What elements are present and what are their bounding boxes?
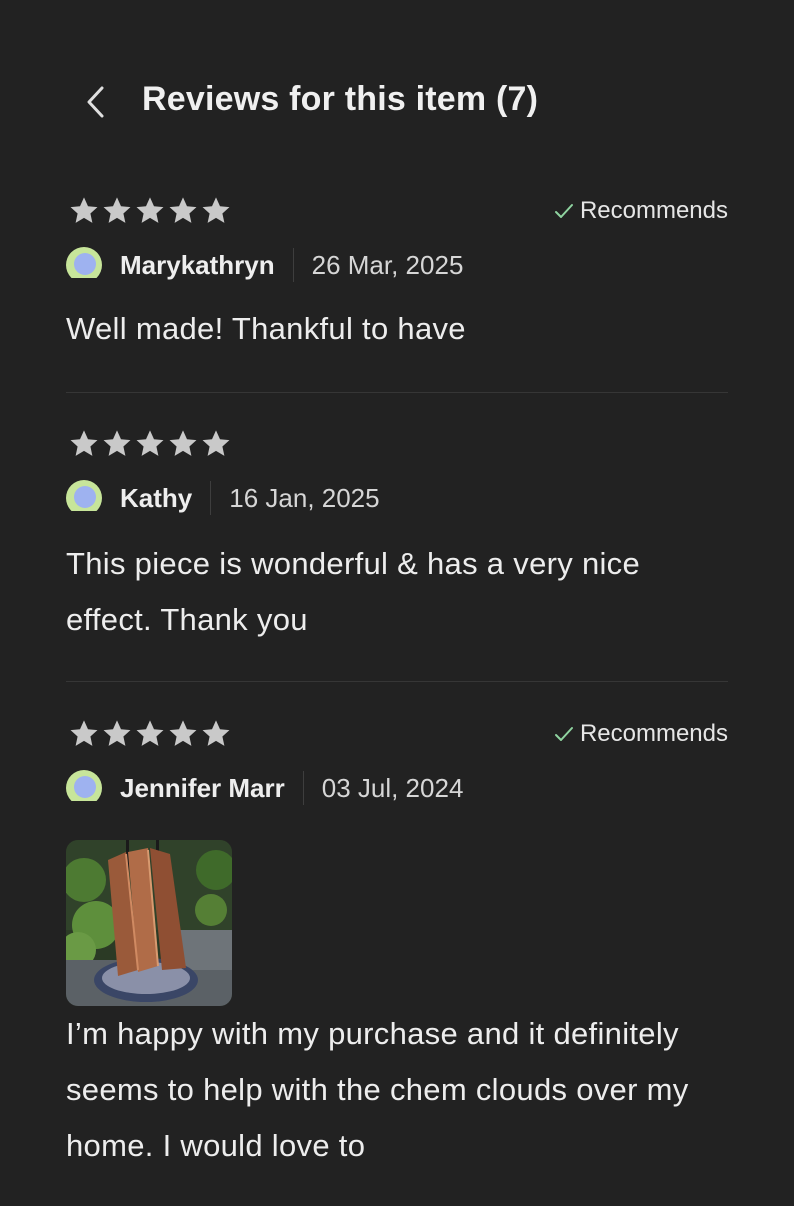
reviewer-name[interactable]: Jennifer Marr xyxy=(120,773,285,804)
review-byline: Jennifer Marr 03 Jul, 2024 xyxy=(66,770,463,806)
star-icon xyxy=(103,720,131,746)
review-divider xyxy=(66,392,728,393)
review-date: 03 Jul, 2024 xyxy=(321,772,464,803)
review-photo-image xyxy=(66,840,232,1006)
star-icon xyxy=(103,197,131,223)
star-icon xyxy=(136,430,164,456)
review-text: I’m happy with my purchase and it defini… xyxy=(66,1016,689,1163)
reviewer-name[interactable]: Marykathryn xyxy=(120,250,275,281)
review-byline: Marykathryn 26 Mar, 2025 xyxy=(66,247,463,283)
review-byline: Kathy 16 Jan, 2025 xyxy=(66,480,380,516)
star-icon xyxy=(70,197,98,223)
star-icon xyxy=(202,197,230,223)
chevron-left-icon xyxy=(87,86,104,118)
avatar[interactable] xyxy=(66,247,102,278)
star-icon xyxy=(103,430,131,456)
reviewer-name[interactable]: Kathy xyxy=(120,483,192,514)
star-icon xyxy=(70,430,98,456)
checkmark-icon xyxy=(554,727,573,741)
star-rating xyxy=(68,428,232,460)
star-icon xyxy=(136,197,164,223)
checkmark-icon xyxy=(554,204,573,218)
byline-divider xyxy=(292,248,294,282)
star-rating xyxy=(68,195,232,227)
back-button[interactable] xyxy=(78,84,112,120)
star-icon xyxy=(202,430,230,456)
star-icon xyxy=(136,720,164,746)
recommends-label: Recommends xyxy=(579,720,728,747)
recommends-badge: Recommends xyxy=(554,197,728,225)
recommends-badge: Recommends xyxy=(554,720,728,748)
star-icon xyxy=(169,430,197,456)
page-title: Reviews for this item (7) xyxy=(142,80,539,118)
review-divider xyxy=(66,681,728,682)
byline-divider xyxy=(302,771,304,805)
review-text: Well made! Thankful to have xyxy=(66,311,466,346)
star-icon xyxy=(169,197,197,223)
review-photo[interactable] xyxy=(66,840,232,1006)
review-text: This piece is wonderful & has a very nic… xyxy=(66,546,641,637)
star-icon xyxy=(70,720,98,746)
page-header: Reviews for this item (7) xyxy=(0,62,794,142)
recommends-label: Recommends xyxy=(579,197,728,224)
review-date: 26 Mar, 2025 xyxy=(311,249,464,280)
star-rating xyxy=(68,718,232,750)
star-icon xyxy=(169,720,197,746)
avatar[interactable] xyxy=(66,480,102,511)
avatar[interactable] xyxy=(66,770,102,801)
byline-divider xyxy=(210,481,212,515)
star-icon xyxy=(202,720,230,746)
review-date: 16 Jan, 2025 xyxy=(229,482,380,513)
